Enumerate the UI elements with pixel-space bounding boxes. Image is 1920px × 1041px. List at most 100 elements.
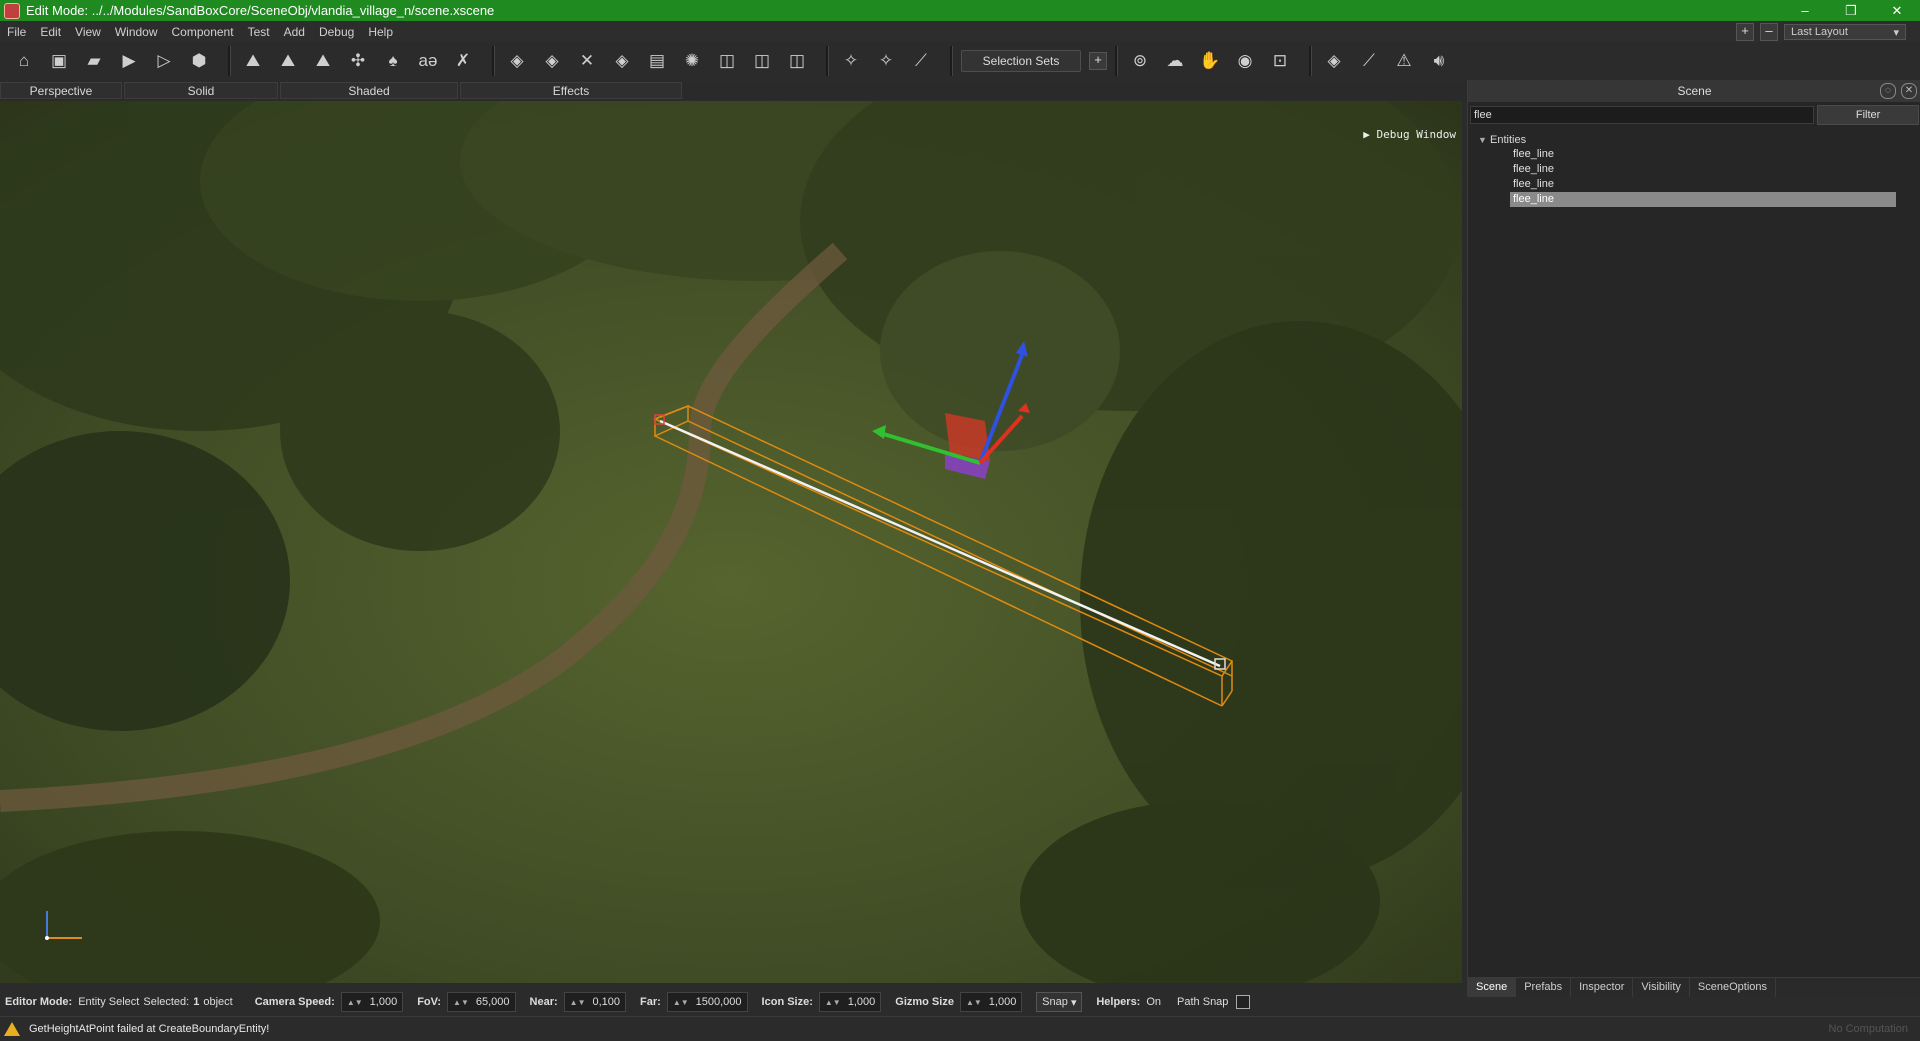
menu-edit[interactable]: Edit [33, 25, 68, 39]
camera-speed-spinner[interactable]: ▲▼ 1,000 [340, 992, 404, 1012]
sphere-icon[interactable]: ◉ [1231, 47, 1259, 75]
restore-button[interactable]: ❐ [1828, 0, 1874, 21]
near-spinner[interactable]: ▲▼ 0,100 [563, 992, 627, 1012]
close-button[interactable]: ✕ [1874, 0, 1920, 21]
path-snap-checkbox[interactable] [1236, 995, 1251, 1009]
scene-search-input[interactable] [1470, 106, 1815, 124]
warning-icon [4, 1022, 20, 1036]
menu-window[interactable]: Window [108, 25, 165, 39]
chevron-down-icon: ▾ [1070, 996, 1077, 1009]
entities-root-node[interactable]: ▼ Entities [1478, 132, 1920, 147]
ruler-icon[interactable]: ⟋ [1355, 47, 1383, 75]
snap-rotate-icon[interactable]: ⟋ [907, 47, 935, 75]
spinner-arrows-icon[interactable]: ▲▼ [825, 998, 841, 1007]
layout-dropdown[interactable]: Last Layout ▾ [1784, 24, 1906, 40]
float-panel-icon[interactable]: ◌ [1880, 83, 1896, 99]
navmesh-icon[interactable]: ✣ [344, 47, 372, 75]
binoculars-icon[interactable]: ⊚ [1126, 47, 1154, 75]
add-layout-button[interactable]: + [1736, 23, 1754, 41]
menu-help[interactable]: Help [361, 25, 400, 39]
tab-scene[interactable]: Scene [1468, 978, 1517, 997]
vegetation-icon[interactable]: ♠ [379, 47, 407, 75]
snap-point-icon[interactable]: ✧ [837, 47, 865, 75]
helpers-value[interactable]: On [1146, 996, 1161, 1008]
box-corner-icon[interactable]: ◫ [713, 47, 741, 75]
add-selection-set-button[interactable]: + [1089, 52, 1107, 70]
warning-search-icon[interactable]: ⚠ [1390, 47, 1418, 75]
tree-item[interactable]: flee_line [1510, 147, 1920, 162]
terrain-icon[interactable]: ⛰ [239, 47, 267, 75]
render-icon[interactable]: ◈ [1320, 47, 1348, 75]
sound-icon[interactable]: 🔊︎ [1425, 47, 1453, 75]
layout-value: Last Layout [1791, 26, 1848, 38]
gizmo-size-spinner[interactable]: ▲▼ 1,000 [959, 992, 1023, 1012]
shaded-button[interactable]: Shaded [280, 82, 458, 99]
tab-visibility[interactable]: Visibility [1633, 978, 1690, 997]
icon-size-spinner[interactable]: ▲▼ 1,000 [818, 992, 882, 1012]
tree-item-selected[interactable]: flee_line [1510, 192, 1896, 207]
debug-window-toggle[interactable]: ▶ Debug Window [1363, 128, 1456, 141]
minimize-button[interactable]: – [1782, 0, 1828, 21]
tree-item[interactable]: flee_line [1510, 162, 1920, 177]
terrain-raise-icon[interactable]: ⛰ [274, 47, 302, 75]
debug-window-label: Debug Window [1376, 128, 1456, 141]
snap-dropdown[interactable]: Snap ▾ [1036, 992, 1083, 1012]
play-outline-icon[interactable]: ▷ [150, 47, 178, 75]
fov-spinner[interactable]: ▲▼ 65,000 [447, 992, 516, 1012]
play-icon[interactable]: ▶ [115, 47, 143, 75]
solid-button[interactable]: Solid [124, 82, 278, 99]
gear-cluster-icon[interactable]: ✺ [678, 47, 706, 75]
weather-icon[interactable]: ☁ [1161, 47, 1189, 75]
box-bottom-icon[interactable]: ◫ [748, 47, 776, 75]
menu-file[interactable]: File [0, 25, 33, 39]
tab-prefabs[interactable]: Prefabs [1516, 978, 1572, 997]
tree-item[interactable]: flee_line [1510, 177, 1920, 192]
computation-status: No Computation [1828, 1023, 1909, 1035]
text-tool-icon[interactable]: aə [414, 47, 442, 75]
expand-arrow-icon[interactable]: ▼ [1478, 135, 1490, 145]
perspective-button[interactable]: Perspective [0, 82, 122, 99]
transform-icon[interactable]: ✕ [573, 47, 601, 75]
scene-viewport[interactable]: ▶ Debug Window [0, 101, 1462, 983]
editor-status-bar: Editor Mode: Entity Select Selected: 1 o… [0, 990, 1467, 1014]
viewport-render [0, 101, 1462, 983]
select-tool-icon[interactable]: ✗ [449, 47, 477, 75]
tab-scene-options[interactable]: SceneOptions [1690, 978, 1777, 997]
camera-speed-label: Camera Speed: [254, 996, 335, 1008]
effects-button[interactable]: Effects [460, 82, 682, 99]
menu-debug[interactable]: Debug [312, 25, 361, 39]
cube-add-icon[interactable]: ◈ [538, 47, 566, 75]
hand-icon[interactable]: ✋ [1196, 47, 1224, 75]
spinner-arrows-icon[interactable]: ▲▼ [966, 998, 982, 1007]
menu-component[interactable]: Component [165, 25, 241, 39]
remove-layout-button[interactable]: – [1760, 23, 1778, 41]
far-spinner[interactable]: ▲▼ 1500,000 [666, 992, 748, 1012]
filter-button[interactable]: Filter [1817, 105, 1919, 125]
fov-value: 65,000 [475, 996, 510, 1008]
save-icon[interactable]: ▣ [45, 47, 73, 75]
far-value: 1500,000 [695, 996, 742, 1008]
spinner-arrows-icon[interactable]: ▲▼ [453, 998, 469, 1007]
gi-icon[interactable]: ⊡ [1266, 47, 1294, 75]
close-panel-icon[interactable]: ✕ [1901, 83, 1917, 99]
selection-sets-button[interactable]: Selection Sets [961, 50, 1081, 72]
cube-icon[interactable]: ◈ [503, 47, 531, 75]
box-grid-icon[interactable]: ◫ [783, 47, 811, 75]
spinner-arrows-icon[interactable]: ▲▼ [347, 998, 363, 1007]
spinner-arrows-icon[interactable]: ▲▼ [570, 998, 586, 1007]
toolbar-divider [950, 46, 953, 76]
menu-bar: File Edit View Window Component Test Add… [0, 21, 1920, 42]
mesh-icon[interactable]: ▤ [643, 47, 671, 75]
tab-inspector[interactable]: Inspector [1571, 978, 1634, 997]
new-scene-icon[interactable]: ⌂ [10, 47, 38, 75]
terrain-paint-icon[interactable]: ⛰ [309, 47, 337, 75]
menu-add[interactable]: Add [277, 25, 312, 39]
snap-axis-icon[interactable]: ✧ [872, 47, 900, 75]
cube-move-icon[interactable]: ◈ [608, 47, 636, 75]
export-icon[interactable]: ⬢ [185, 47, 213, 75]
menu-view[interactable]: View [68, 25, 108, 39]
open-folder-icon[interactable]: ▰ [80, 47, 108, 75]
menu-test[interactable]: Test [241, 25, 277, 39]
panel-tabs: Scene Prefabs Inspector Visibility Scene… [1468, 977, 1920, 997]
spinner-arrows-icon[interactable]: ▲▼ [673, 998, 689, 1007]
